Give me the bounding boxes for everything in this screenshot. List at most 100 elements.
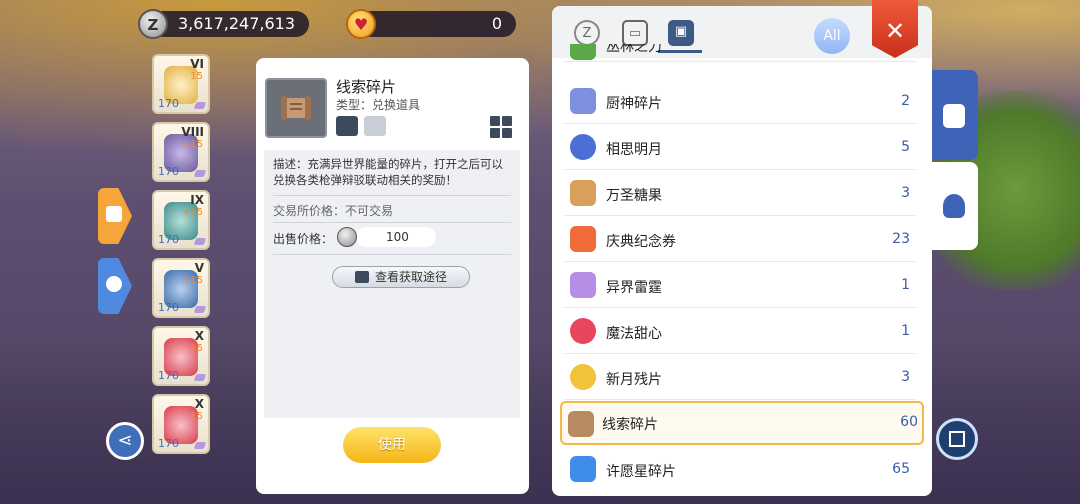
list-item[interactable]: 魔法甜心 1 (564, 310, 916, 354)
card-rank: X (194, 329, 204, 343)
list-item[interactable]: 许愿星碎片 65 (564, 448, 916, 492)
card-level: 170 (158, 97, 179, 110)
share-button[interactable]: ⋖ (106, 422, 144, 460)
mail-icon[interactable] (364, 116, 386, 136)
wish-star-icon (570, 456, 596, 482)
item-name: 厨神碎片 (606, 96, 662, 112)
card-corner-icon (193, 306, 207, 313)
list-item[interactable]: 异界雷霆 1 (564, 264, 916, 308)
card-level: 170 (158, 437, 179, 450)
character-side-tab[interactable] (98, 258, 132, 314)
item-count: 60 (900, 414, 918, 430)
list-item-selected[interactable]: 线索碎片 60 (560, 401, 924, 445)
item-icon-frame (265, 78, 327, 138)
divider (273, 254, 511, 255)
list-item[interactable]: 万圣糖果 3 (564, 172, 916, 216)
equipment-card[interactable]: X 15 170 (152, 394, 210, 454)
item-name: 相思明月 (606, 142, 662, 158)
backpack-icon (943, 104, 965, 128)
zeny-tab-icon[interactable]: Z (574, 20, 600, 46)
item-description: 描述：充满异世界能量的碎片，打开之后可以兑换各类枪弹辩驳联动相关的奖励！ (273, 157, 503, 187)
inspect-icon[interactable] (336, 116, 358, 136)
crescent-moon-icon (570, 364, 596, 390)
card-corner-icon (193, 442, 207, 449)
item-count: 2 (901, 93, 910, 109)
equipment-card[interactable]: X 15 170 (152, 326, 210, 386)
divider (273, 195, 511, 196)
item-type: 类型：兑换道具 (336, 98, 421, 112)
item-count: 1 (901, 323, 910, 339)
zeny-bag-side-tab[interactable] (932, 162, 978, 250)
divider (273, 222, 511, 223)
list-item[interactable]: 厨神碎片 2 (564, 80, 916, 124)
item-count: 3 (901, 369, 910, 385)
list-item[interactable]: 新月残片 3 (564, 356, 916, 400)
equipment-card[interactable]: VI 15 170 (152, 54, 210, 114)
equipment-card[interactable]: VIII +15 170 (152, 122, 210, 182)
minimize-icon (949, 431, 965, 447)
item-title: 线索碎片 (336, 78, 397, 96)
item-name: 丛林之力 (606, 44, 662, 55)
card-refine: 15 (190, 343, 203, 354)
moon-icon (570, 134, 596, 160)
item-count: 23 (892, 231, 910, 247)
card-refine: 15 (190, 411, 203, 422)
sell-price-label: 出售价格： (273, 232, 334, 246)
card-refine: +15 (181, 275, 203, 286)
grid-view-icon[interactable] (490, 116, 512, 138)
person-icon (106, 276, 122, 292)
pass-tab-icon[interactable]: ▣ (668, 20, 694, 46)
list-item[interactable]: 相思明月 5 (564, 126, 916, 170)
zeny-coin-icon: Z (138, 9, 168, 39)
card-corner-icon (193, 170, 207, 177)
equipment-card[interactable]: IX +15 170 (152, 190, 210, 250)
minimize-button[interactable] (936, 418, 978, 460)
candy-icon (570, 180, 596, 206)
list-item[interactable]: 丛林之力 1 (564, 44, 916, 62)
item-name: 魔法甜心 (606, 326, 662, 342)
item-count: 3 (901, 185, 910, 201)
item-name: 线索碎片 (602, 417, 658, 433)
thunder-crystal-icon (570, 272, 596, 298)
backpack-side-tab[interactable] (932, 70, 978, 160)
box-tab-icon[interactable]: ▭ (622, 20, 648, 46)
card-corner-icon (193, 374, 207, 381)
item-detail-panel: 线索碎片 类型：兑换道具 描述：充满异世界能量的碎片，打开之后可以兑换各类枪弹辩… (256, 58, 529, 494)
card-level: 170 (158, 233, 179, 246)
share-icon: ⋖ (117, 430, 133, 451)
zeny-coin-icon (337, 227, 357, 247)
item-count: 65 (892, 461, 910, 477)
item-count: 5 (901, 139, 910, 155)
chef-shard-icon (570, 88, 596, 114)
item-name: 万圣糖果 (606, 188, 662, 204)
use-button[interactable]: 使用 (343, 427, 441, 463)
source-icon (354, 270, 369, 283)
jungle-power-icon (570, 44, 596, 60)
card-rank: V (194, 261, 204, 275)
card-rank: IX (190, 193, 204, 207)
card-level: 170 (158, 369, 179, 382)
item-name: 新月残片 (606, 372, 662, 388)
card-rank: X (194, 397, 204, 411)
money-bag-icon (943, 194, 965, 218)
card-level: 170 (158, 301, 179, 314)
card-rank: VIII (181, 125, 204, 139)
sell-price-value: 100 (356, 227, 436, 247)
item-info-box: 描述：充满异世界能量的碎片，打开之后可以兑换各类枪弹辩驳联动相关的奖励！ 交易所… (264, 150, 520, 418)
card-corner-icon (193, 102, 207, 109)
card-refine: +15 (181, 207, 203, 218)
scroll-icon (281, 96, 311, 120)
view-source-label: 查看获取途径 (374, 270, 447, 284)
list-item[interactable]: 庆典纪念券 23 (564, 218, 916, 262)
shirt-icon (106, 206, 122, 222)
heart-icon (570, 318, 596, 344)
item-count: 1 (901, 277, 910, 293)
ticket-icon (570, 226, 596, 252)
card-refine: +15 (181, 139, 203, 150)
scroll-icon (568, 411, 594, 437)
view-source-button[interactable]: 查看获取途径 (332, 266, 470, 288)
item-name: 许愿星碎片 (606, 464, 676, 480)
card-rank: VI (190, 57, 204, 71)
equipment-card[interactable]: V +15 170 (152, 258, 210, 318)
inventory-panel: Z ▭ ▣ All 丛林之力 1 厨神碎片 2 相思明月 5 万圣糖果 3 庆典… (552, 6, 932, 496)
